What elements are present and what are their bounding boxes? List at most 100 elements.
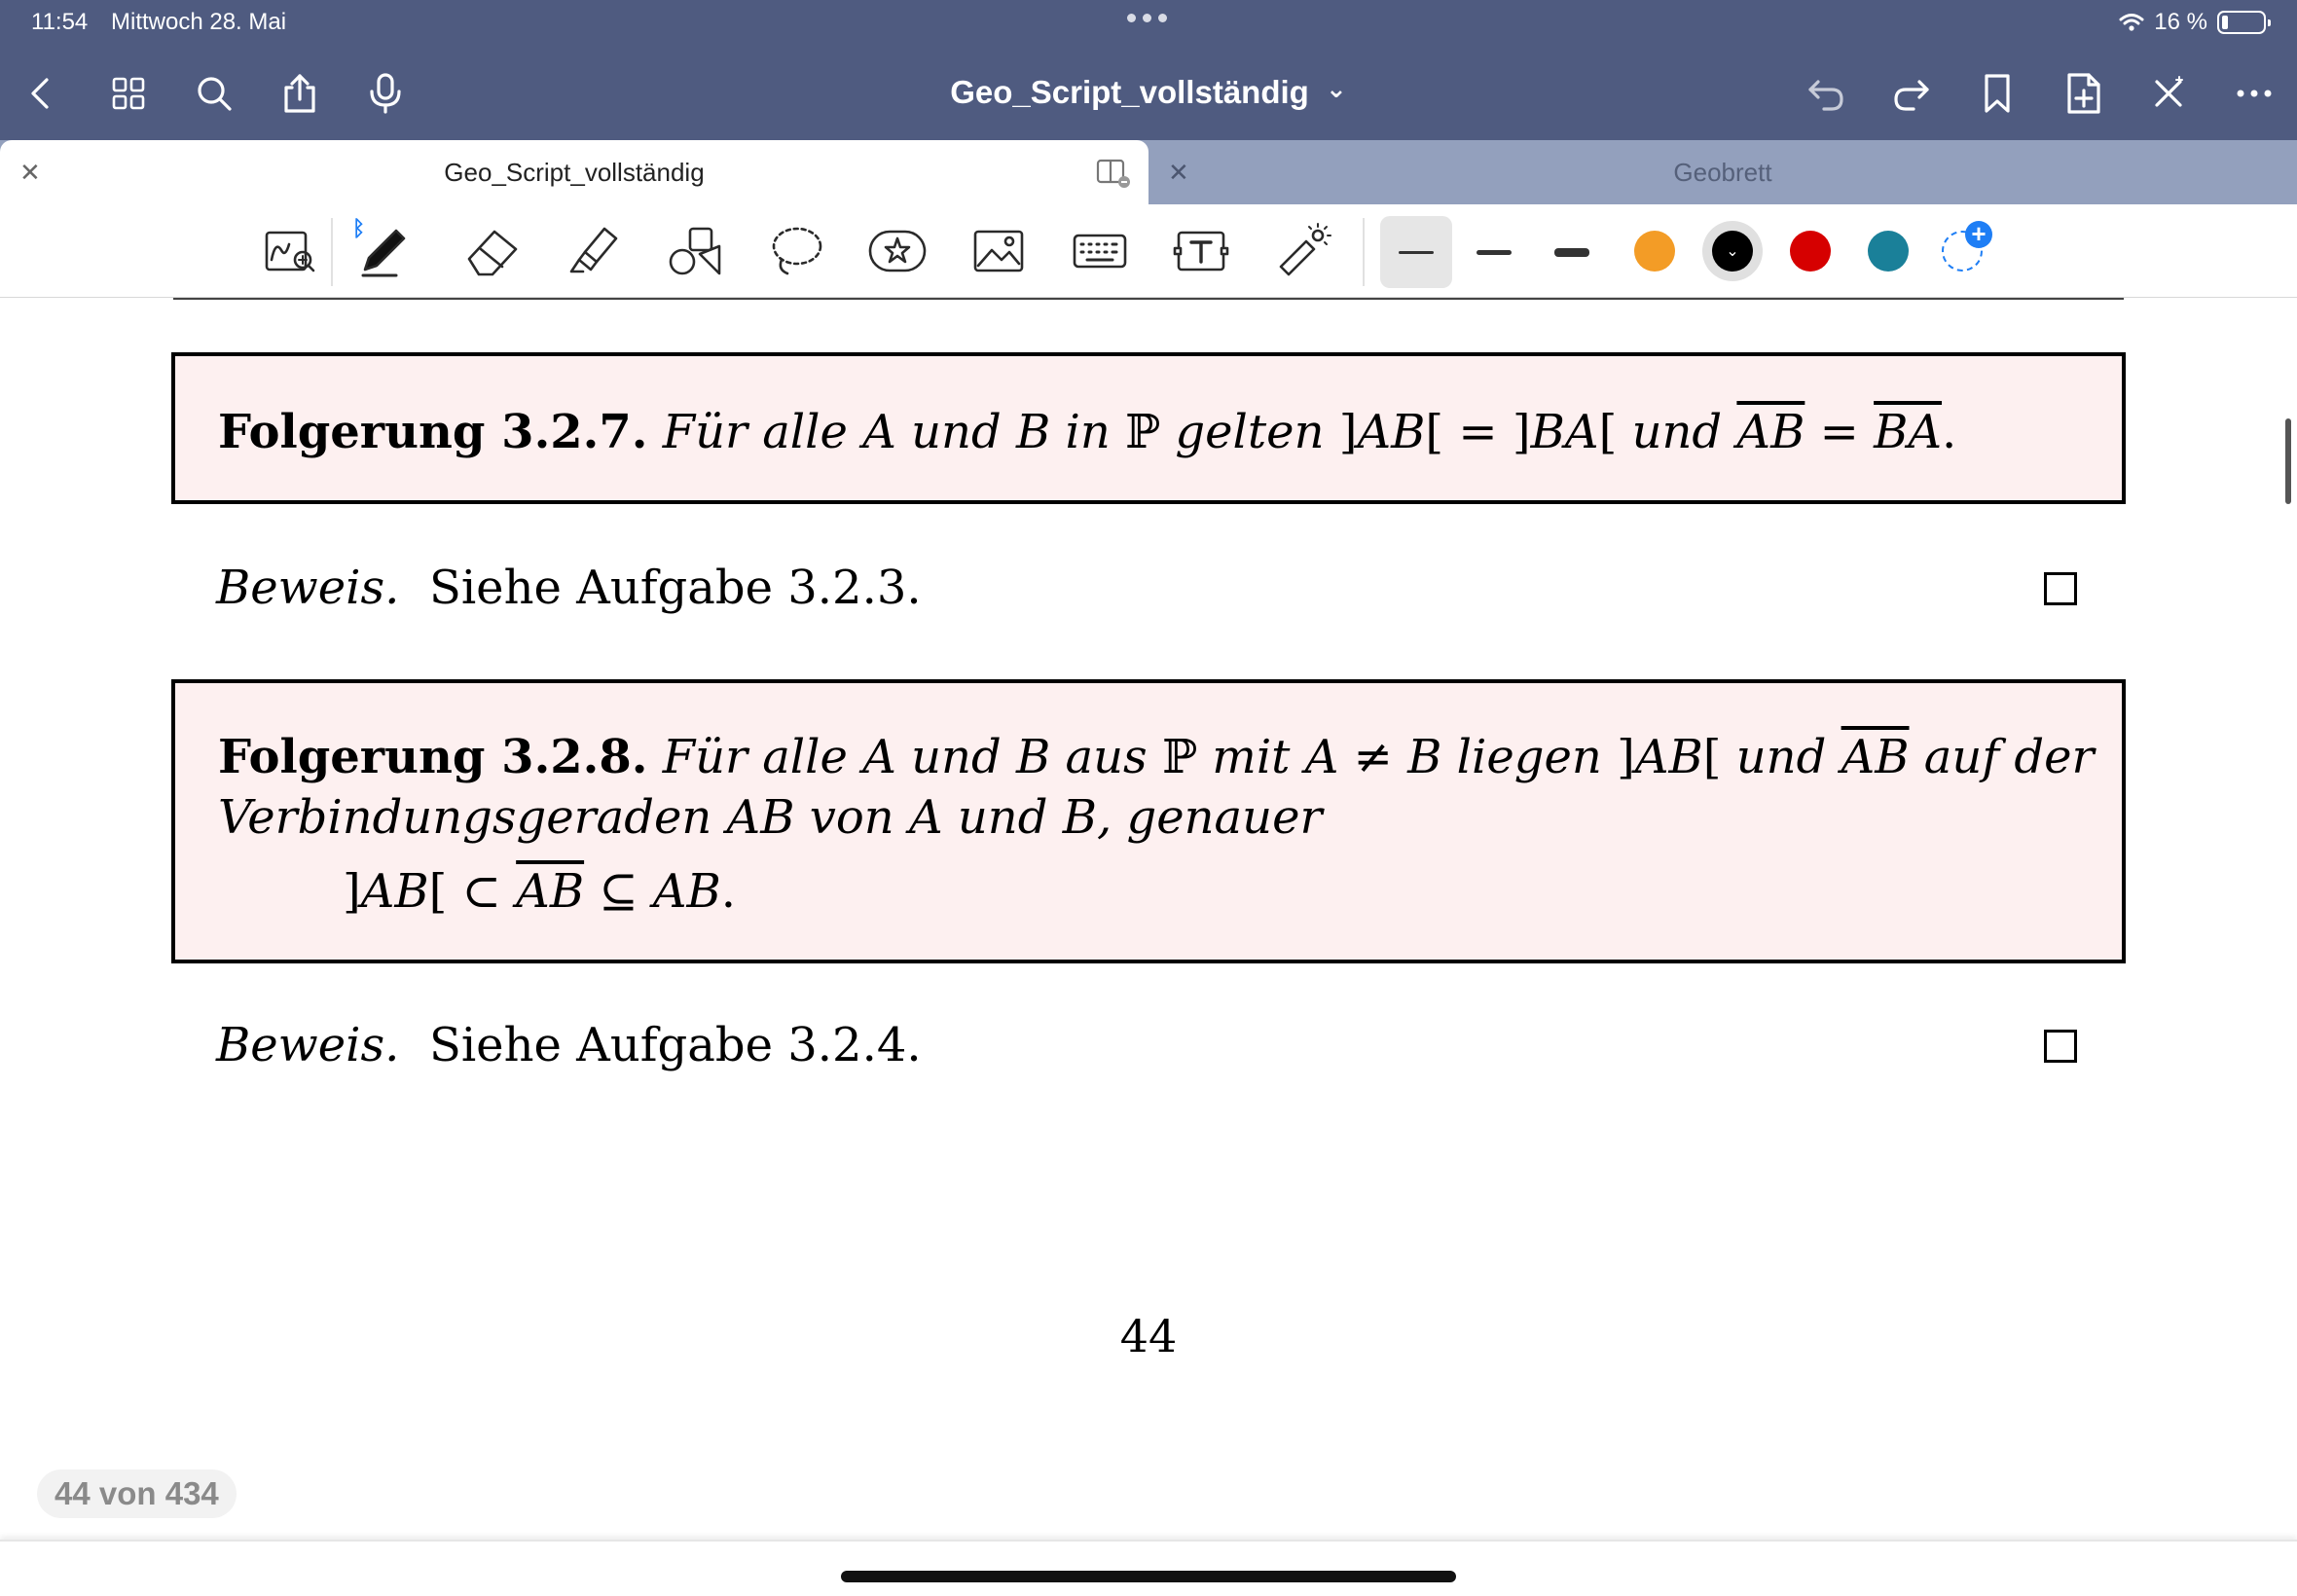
laser-pointer-icon[interactable]: [1271, 220, 1333, 282]
text: Für alle: [662, 730, 848, 784]
color-swatch-red[interactable]: [1790, 231, 1831, 272]
eraser-icon[interactable]: [461, 220, 524, 282]
color-swatch-teal[interactable]: [1868, 231, 1909, 272]
math-var: AB: [652, 864, 721, 919]
image-icon[interactable]: [967, 220, 1030, 282]
proof-label: Beweis.: [216, 561, 400, 615]
text: und: [957, 790, 1048, 845]
math-bracket: ]: [1512, 405, 1531, 459]
stroke-medium-option[interactable]: [1458, 216, 1530, 288]
tab-label: Geobrett: [1673, 158, 1772, 187]
wifi-icon: [2119, 14, 2144, 31]
bookmark-icon[interactable]: [1970, 66, 2024, 121]
corollary-3-2-8-formula: ]AB[ ⊂ AB ⊆ AB.: [343, 864, 736, 919]
lasso-icon[interactable]: [765, 220, 827, 282]
tab-geo-script[interactable]: ✕ Geo_Script_vollständig: [0, 140, 1148, 204]
keyboard-icon[interactable]: [1069, 220, 1131, 282]
nav-bar: Geo_Script_vollständig ⌄: [0, 54, 2297, 132]
math-symbol: ⊂: [461, 864, 501, 919]
math-var: A: [862, 405, 896, 459]
math-var: B: [1015, 730, 1051, 784]
math-symbol: =: [1819, 405, 1859, 459]
add-color-button[interactable]: +: [1942, 221, 1992, 272]
text: Für alle: [662, 405, 848, 459]
math-expression: A ≠ B: [1304, 730, 1442, 784]
tab-geobrett[interactable]: ✕ Geobrett: [1148, 140, 2297, 204]
corollary-box-3-2-7: Folgerung 3.2.7. Für alle A und B in ℙ g…: [171, 352, 2126, 504]
top-bar: 11:54 Mittwoch 28. Mai 16 % Geo_Script_v…: [0, 0, 2297, 140]
proof-label: Beweis.: [216, 1018, 400, 1072]
math-bracket: [: [1598, 405, 1618, 459]
share-icon[interactable]: [273, 66, 327, 121]
proof-text: Siehe Aufgabe 3.2.3.: [428, 561, 922, 615]
text-box-icon[interactable]: [1170, 220, 1232, 282]
header-rule: [173, 298, 2124, 300]
math-bracket: [: [428, 864, 448, 919]
text: .: [1942, 405, 1957, 459]
document-page[interactable]: Folgerung 3.2.7. Für alle A und B in ℙ g…: [0, 298, 2297, 1543]
chevron-down-icon: ⌄: [1726, 243, 1739, 260]
page-count-badge[interactable]: 44 von 434: [37, 1469, 237, 1518]
proof-3-2-7: Beweis. Siehe Aufgabe 3.2.3.: [216, 561, 922, 615]
corollary-box-3-2-8: Folgerung 3.2.8. Für alle A und B aus ℙ …: [171, 679, 2126, 963]
corollary-3-2-8-line2: Verbindungsgeraden AB von A und B, genau…: [218, 790, 1322, 845]
status-right: 16 %: [2119, 9, 2271, 36]
undo-icon[interactable]: [1799, 66, 1853, 121]
redo-icon[interactable]: [1884, 66, 1939, 121]
math-bracket: ]: [343, 864, 361, 919]
color-swatch-black[interactable]: ⌄: [1712, 231, 1753, 272]
status-bar: 11:54 Mittwoch 28. Mai 16 %: [0, 0, 2297, 43]
text: gelten: [1175, 405, 1325, 459]
plus-icon: +: [1965, 221, 1992, 248]
math-symbol: ℙ: [1125, 405, 1161, 459]
corollary-label: Folgerung 3.2.8.: [218, 730, 648, 784]
close-cross-icon[interactable]: [2141, 66, 2196, 121]
zoom-pen-icon[interactable]: [259, 220, 321, 282]
text: in: [1065, 405, 1111, 459]
math-var: B: [1015, 405, 1051, 459]
math-var: AB: [360, 864, 429, 919]
highlighter-icon[interactable]: [563, 220, 625, 282]
math-bracket: ]: [1338, 405, 1358, 459]
math-var: A: [862, 730, 896, 784]
stroke-thin-option[interactable]: [1380, 216, 1452, 288]
title-chevron-down-icon[interactable]: ⌄: [1326, 74, 1347, 103]
multitasking-dots-icon[interactable]: [1127, 14, 1167, 22]
pen-icon[interactable]: ᛒ: [352, 216, 417, 282]
stroke-thick-option[interactable]: [1536, 216, 1608, 288]
document-title: Geo_Script_vollständig ⌄: [0, 74, 2297, 111]
text: und: [911, 730, 1002, 784]
text: und: [1631, 405, 1723, 459]
bottom-edge: [0, 1540, 2297, 1596]
shapes-icon[interactable]: [664, 220, 726, 282]
status-time: 11:54: [31, 9, 89, 35]
back-icon[interactable]: [14, 66, 68, 121]
scroll-indicator[interactable]: [2285, 418, 2291, 504]
math-var: A: [908, 790, 943, 845]
home-indicator[interactable]: [841, 1571, 1456, 1582]
color-swatch-orange[interactable]: [1634, 231, 1675, 272]
search-icon[interactable]: [187, 66, 241, 121]
document-title-label[interactable]: Geo_Script_vollständig: [950, 74, 1309, 110]
battery-percent: 16 %: [2154, 9, 2207, 35]
text: mit: [1212, 730, 1291, 784]
math-var: AB: [1357, 405, 1426, 459]
sticker-icon[interactable]: [866, 220, 929, 282]
math-symbol: ⊆: [599, 864, 638, 919]
qed-square-icon: [2044, 1030, 2077, 1063]
page-number: 44: [1119, 1310, 1178, 1362]
grid-icon[interactable]: [101, 66, 156, 121]
add-page-icon[interactable]: [2056, 66, 2110, 121]
bluetooth-icon: ᛒ: [352, 216, 366, 240]
more-icon[interactable]: [2227, 66, 2281, 121]
corollary-3-2-7-text: Folgerung 3.2.7. Für alle A und B in ℙ g…: [218, 405, 1956, 459]
split-view-icon[interactable]: [1096, 158, 1131, 194]
math-var: BA: [1530, 405, 1599, 459]
math-symbol: =: [1458, 405, 1498, 459]
math-bracket: [: [1425, 405, 1444, 459]
math-var: AB: [726, 790, 795, 845]
text: von: [809, 790, 894, 845]
microphone-icon[interactable]: [358, 66, 413, 121]
proof-text: Siehe Aufgabe 3.2.4.: [428, 1018, 922, 1072]
text: und: [1735, 730, 1827, 784]
